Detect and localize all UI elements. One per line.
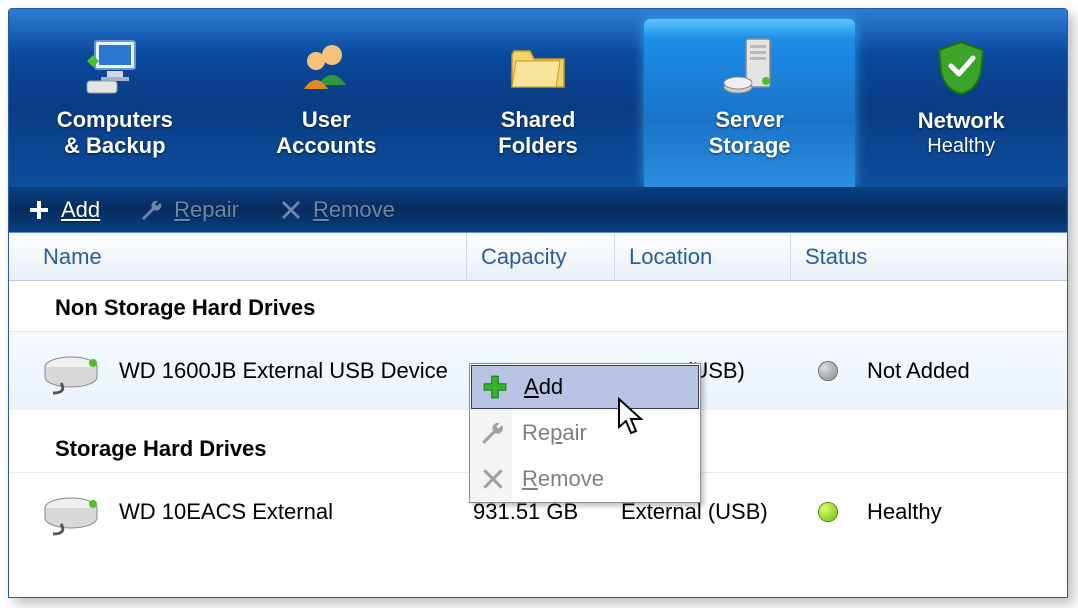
col-location[interactable]: Location bbox=[615, 233, 791, 280]
context-menu: Add Repair Remove bbox=[469, 363, 701, 503]
ctx-add-rest: dd bbox=[539, 374, 563, 399]
tab-label: Server bbox=[715, 107, 784, 133]
col-capacity[interactable]: Capacity bbox=[467, 233, 615, 280]
plus-icon bbox=[27, 198, 51, 222]
users-icon bbox=[294, 35, 358, 99]
hard-drive-icon bbox=[43, 347, 103, 395]
ctx-remove[interactable]: Remove bbox=[470, 456, 700, 502]
status-dot-icon bbox=[819, 362, 837, 380]
tab-label-2: Storage bbox=[709, 133, 791, 159]
server-icon bbox=[718, 35, 782, 99]
repair-button[interactable]: Repair bbox=[140, 197, 239, 223]
x-icon bbox=[279, 198, 303, 222]
folder-icon bbox=[506, 35, 570, 99]
whs-console-window: Computers & Backup User Accounts bbox=[8, 8, 1068, 598]
tab-label-2: Folders bbox=[498, 133, 577, 159]
wrench-icon bbox=[140, 198, 164, 222]
drive-status: Healthy bbox=[867, 499, 942, 525]
drive-name: WD 1600JB External USB Device bbox=[119, 358, 448, 384]
add-button[interactable]: Add bbox=[27, 197, 100, 223]
toolbar-remove-rest: emove bbox=[329, 197, 395, 222]
tab-network-health[interactable]: Network Healthy bbox=[855, 19, 1067, 187]
column-headers: Name Capacity Location Status bbox=[9, 233, 1067, 281]
remove-button[interactable]: Remove bbox=[279, 197, 395, 223]
tab-label-2: & Backup bbox=[64, 133, 165, 159]
ctx-repair[interactable]: Repair bbox=[470, 410, 700, 456]
drive-status: Not Added bbox=[867, 358, 970, 384]
tab-user-accounts[interactable]: User Accounts bbox=[221, 19, 433, 187]
toolbar-repair-rest: epair bbox=[190, 197, 239, 222]
nav-tabs: Computers & Backup User Accounts bbox=[9, 9, 1067, 187]
toolbar: Add Repair Remove bbox=[9, 187, 1067, 233]
tab-label: Shared bbox=[501, 107, 576, 133]
tab-label: User bbox=[302, 107, 351, 133]
wrench-icon bbox=[480, 420, 506, 446]
tab-label-2: Accounts bbox=[276, 133, 376, 159]
drive-name: WD 10EACS External bbox=[119, 499, 333, 525]
tab-shared-folders[interactable]: Shared Folders bbox=[432, 19, 644, 187]
ctx-add[interactable]: Add bbox=[471, 365, 699, 409]
plus-icon bbox=[482, 374, 508, 400]
status-dot-icon bbox=[819, 503, 837, 521]
group-non-storage: Non Storage Hard Drives bbox=[9, 281, 1067, 332]
tab-label: Computers bbox=[57, 107, 173, 133]
hard-drive-icon bbox=[43, 488, 103, 536]
col-name[interactable]: Name bbox=[9, 233, 467, 280]
x-icon bbox=[480, 466, 506, 492]
computer-backup-icon bbox=[83, 35, 147, 99]
tab-label-2: Healthy bbox=[927, 134, 995, 158]
tab-label: Network bbox=[918, 108, 1005, 134]
tab-computers-backup[interactable]: Computers & Backup bbox=[9, 19, 221, 187]
col-status[interactable]: Status bbox=[791, 233, 1067, 280]
shield-check-icon bbox=[929, 36, 993, 100]
tab-server-storage[interactable]: Server Storage bbox=[644, 19, 856, 187]
drive-list: Non Storage Hard Drives WD 1600JB Extern… bbox=[9, 281, 1067, 597]
toolbar-add-label: Add bbox=[61, 197, 100, 222]
